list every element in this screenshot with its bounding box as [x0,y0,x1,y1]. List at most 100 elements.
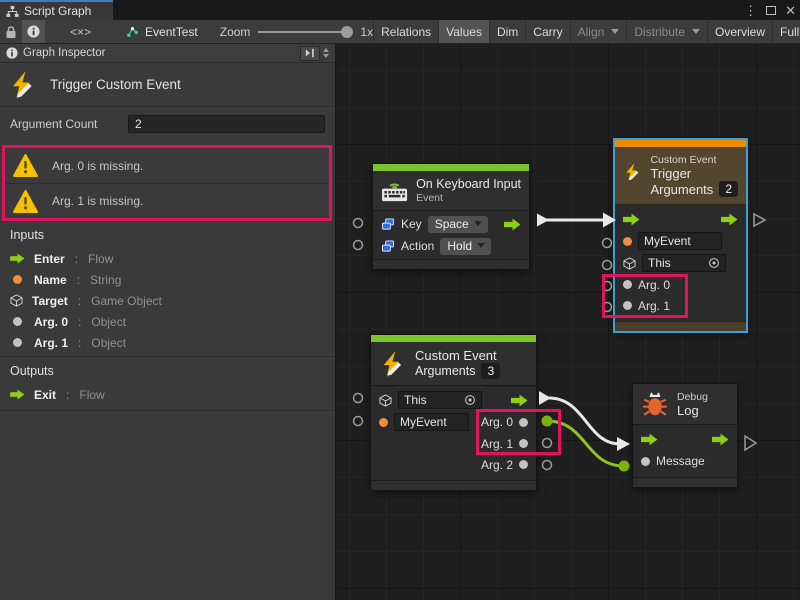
graph-toolbar: <×> EventTest Zoom 1x Relations Values D… [0,20,800,44]
flow-in-port[interactable] [623,213,640,226]
flow-out-port[interactable] [721,213,738,226]
arg1-label: Arg. 1 [481,437,513,451]
port-trigger-flow-out[interactable] [754,214,765,226]
zoom-slider[interactable] [258,20,353,44]
arg1-out-port-icon[interactable] [519,439,528,448]
port-name: Name [34,273,67,287]
node-debug-log[interactable]: Debug Log Message [632,383,738,488]
custom-event-icon [8,70,38,100]
node-trigger-custom-event[interactable]: Custom Event Trigger Arguments 2 MyEvent [613,138,748,333]
trigger-out-port[interactable] [511,394,528,407]
values-button[interactable]: Values [438,20,489,43]
port-name: Target [32,294,68,308]
overview-button[interactable]: Overview [707,20,772,43]
dock-panel-button[interactable] [300,46,320,61]
event-name-field[interactable]: MyEvent [394,413,469,431]
port-receiver-target-in[interactable] [354,394,363,403]
port-keyboard-action-in[interactable] [354,241,363,250]
port-receiver-arg1-out[interactable] [543,439,552,448]
warning-row: Arg. 1 is missing. [5,183,329,218]
script-machine-icon [126,25,139,38]
scroll-down-icon[interactable] [323,54,329,58]
string-port-icon [13,275,22,284]
tab-script-graph[interactable]: Script Graph [0,0,113,20]
inputs-list: Enter:Flow Name:String Target:Game Objec… [0,248,335,353]
graph-breadcrumb[interactable]: EventTest [126,20,198,43]
panel-scroll-buttons[interactable] [323,48,329,58]
target-field[interactable]: This [398,391,482,409]
message-label: Message [656,454,705,468]
name-port-icon[interactable] [379,418,388,427]
port-receiver-name-in[interactable] [354,417,363,426]
port-type: String [90,273,121,287]
event-name-field[interactable]: MyEvent [638,232,722,250]
info-icon [6,47,18,59]
kebab-menu-icon[interactable]: ⋮ [744,4,757,17]
arg0-port-icon[interactable] [623,280,632,289]
dim-button[interactable]: Dim [489,20,525,43]
separator: : [66,388,69,402]
flow-out-port[interactable] [712,433,729,446]
values-label: Values [446,25,482,39]
zoom-control: Zoom 1x [220,20,373,43]
port-name: Exit [34,388,56,402]
separator: : [78,336,81,350]
tab-bar: Script Graph ⋮ ✕ [0,0,800,20]
distribute-dropdown[interactable]: Distribute [626,20,707,43]
code-view-button[interactable]: <×> [63,20,98,43]
target-port-icon[interactable] [623,257,636,270]
object-picker-icon[interactable] [708,257,720,269]
arg1-port-icon[interactable] [623,301,632,310]
unit-title: Trigger Custom Event [50,77,181,92]
graph-canvas[interactable]: On Keyboard Input Event Key Space [337,44,800,600]
port-trigger-target-in[interactable] [603,261,612,270]
inspector-toggle-button[interactable] [22,20,45,43]
port-name: Arg. 0 [34,315,68,329]
carry-label: Carry [533,25,562,39]
close-icon[interactable]: ✕ [785,4,796,17]
zoom-value: 1x [360,25,373,39]
node-on-keyboard-input[interactable]: On Keyboard Input Event Key Space [372,163,530,270]
target-field[interactable]: This [642,254,726,272]
chevron-down-icon [692,29,700,34]
wire-receiver-to-debug [539,391,630,451]
target-port-icon[interactable] [379,394,392,407]
warning-icon [13,190,38,213]
relations-button[interactable]: Relations [373,20,438,43]
argument-count-row: Argument Count 2 [0,112,335,136]
align-dropdown[interactable]: Align [570,20,627,43]
maximize-icon[interactable] [766,6,776,15]
port-keyboard-key-in[interactable] [354,219,363,228]
port-item-arg1: Arg. 1:Object [0,332,335,353]
port-receiver-arg2-out[interactable] [543,461,552,470]
object-picker-icon[interactable] [464,394,476,406]
arg0-out-port-icon[interactable] [519,418,528,427]
lock-button[interactable] [0,20,22,43]
port-trigger-arg1-in[interactable] [603,303,612,312]
argument-count-input[interactable]: 2 [128,115,325,133]
carry-button[interactable]: Carry [525,20,569,43]
port-type: Object [91,315,126,329]
key-port-label: Key [401,217,422,231]
dim-label: Dim [497,25,518,39]
zoom-slider-thumb[interactable] [341,26,353,38]
node-custom-event[interactable]: Custom Event Arguments 3 This [370,334,537,491]
fullscreen-button[interactable]: Full Screen [772,20,800,43]
fullscreen-label: Full Screen [780,25,800,39]
port-trigger-name-in[interactable] [603,239,612,248]
action-dropdown[interactable]: Hold [440,238,491,255]
port-type: Flow [88,252,113,266]
scroll-up-icon[interactable] [323,48,329,52]
overview-label: Overview [715,25,765,39]
message-port-icon[interactable] [641,457,650,466]
name-port-icon[interactable] [623,237,632,246]
object-port-icon [13,317,22,326]
relations-label: Relations [381,25,431,39]
trigger-out-port[interactable] [504,218,521,231]
port-debug-flow-out[interactable] [745,436,756,450]
key-dropdown[interactable]: Space [428,216,488,233]
keycode-literal-icon [381,218,395,231]
flow-in-port[interactable] [641,433,658,446]
arg2-out-port-icon[interactable] [519,460,528,469]
port-trigger-arg0-in[interactable] [603,282,612,291]
